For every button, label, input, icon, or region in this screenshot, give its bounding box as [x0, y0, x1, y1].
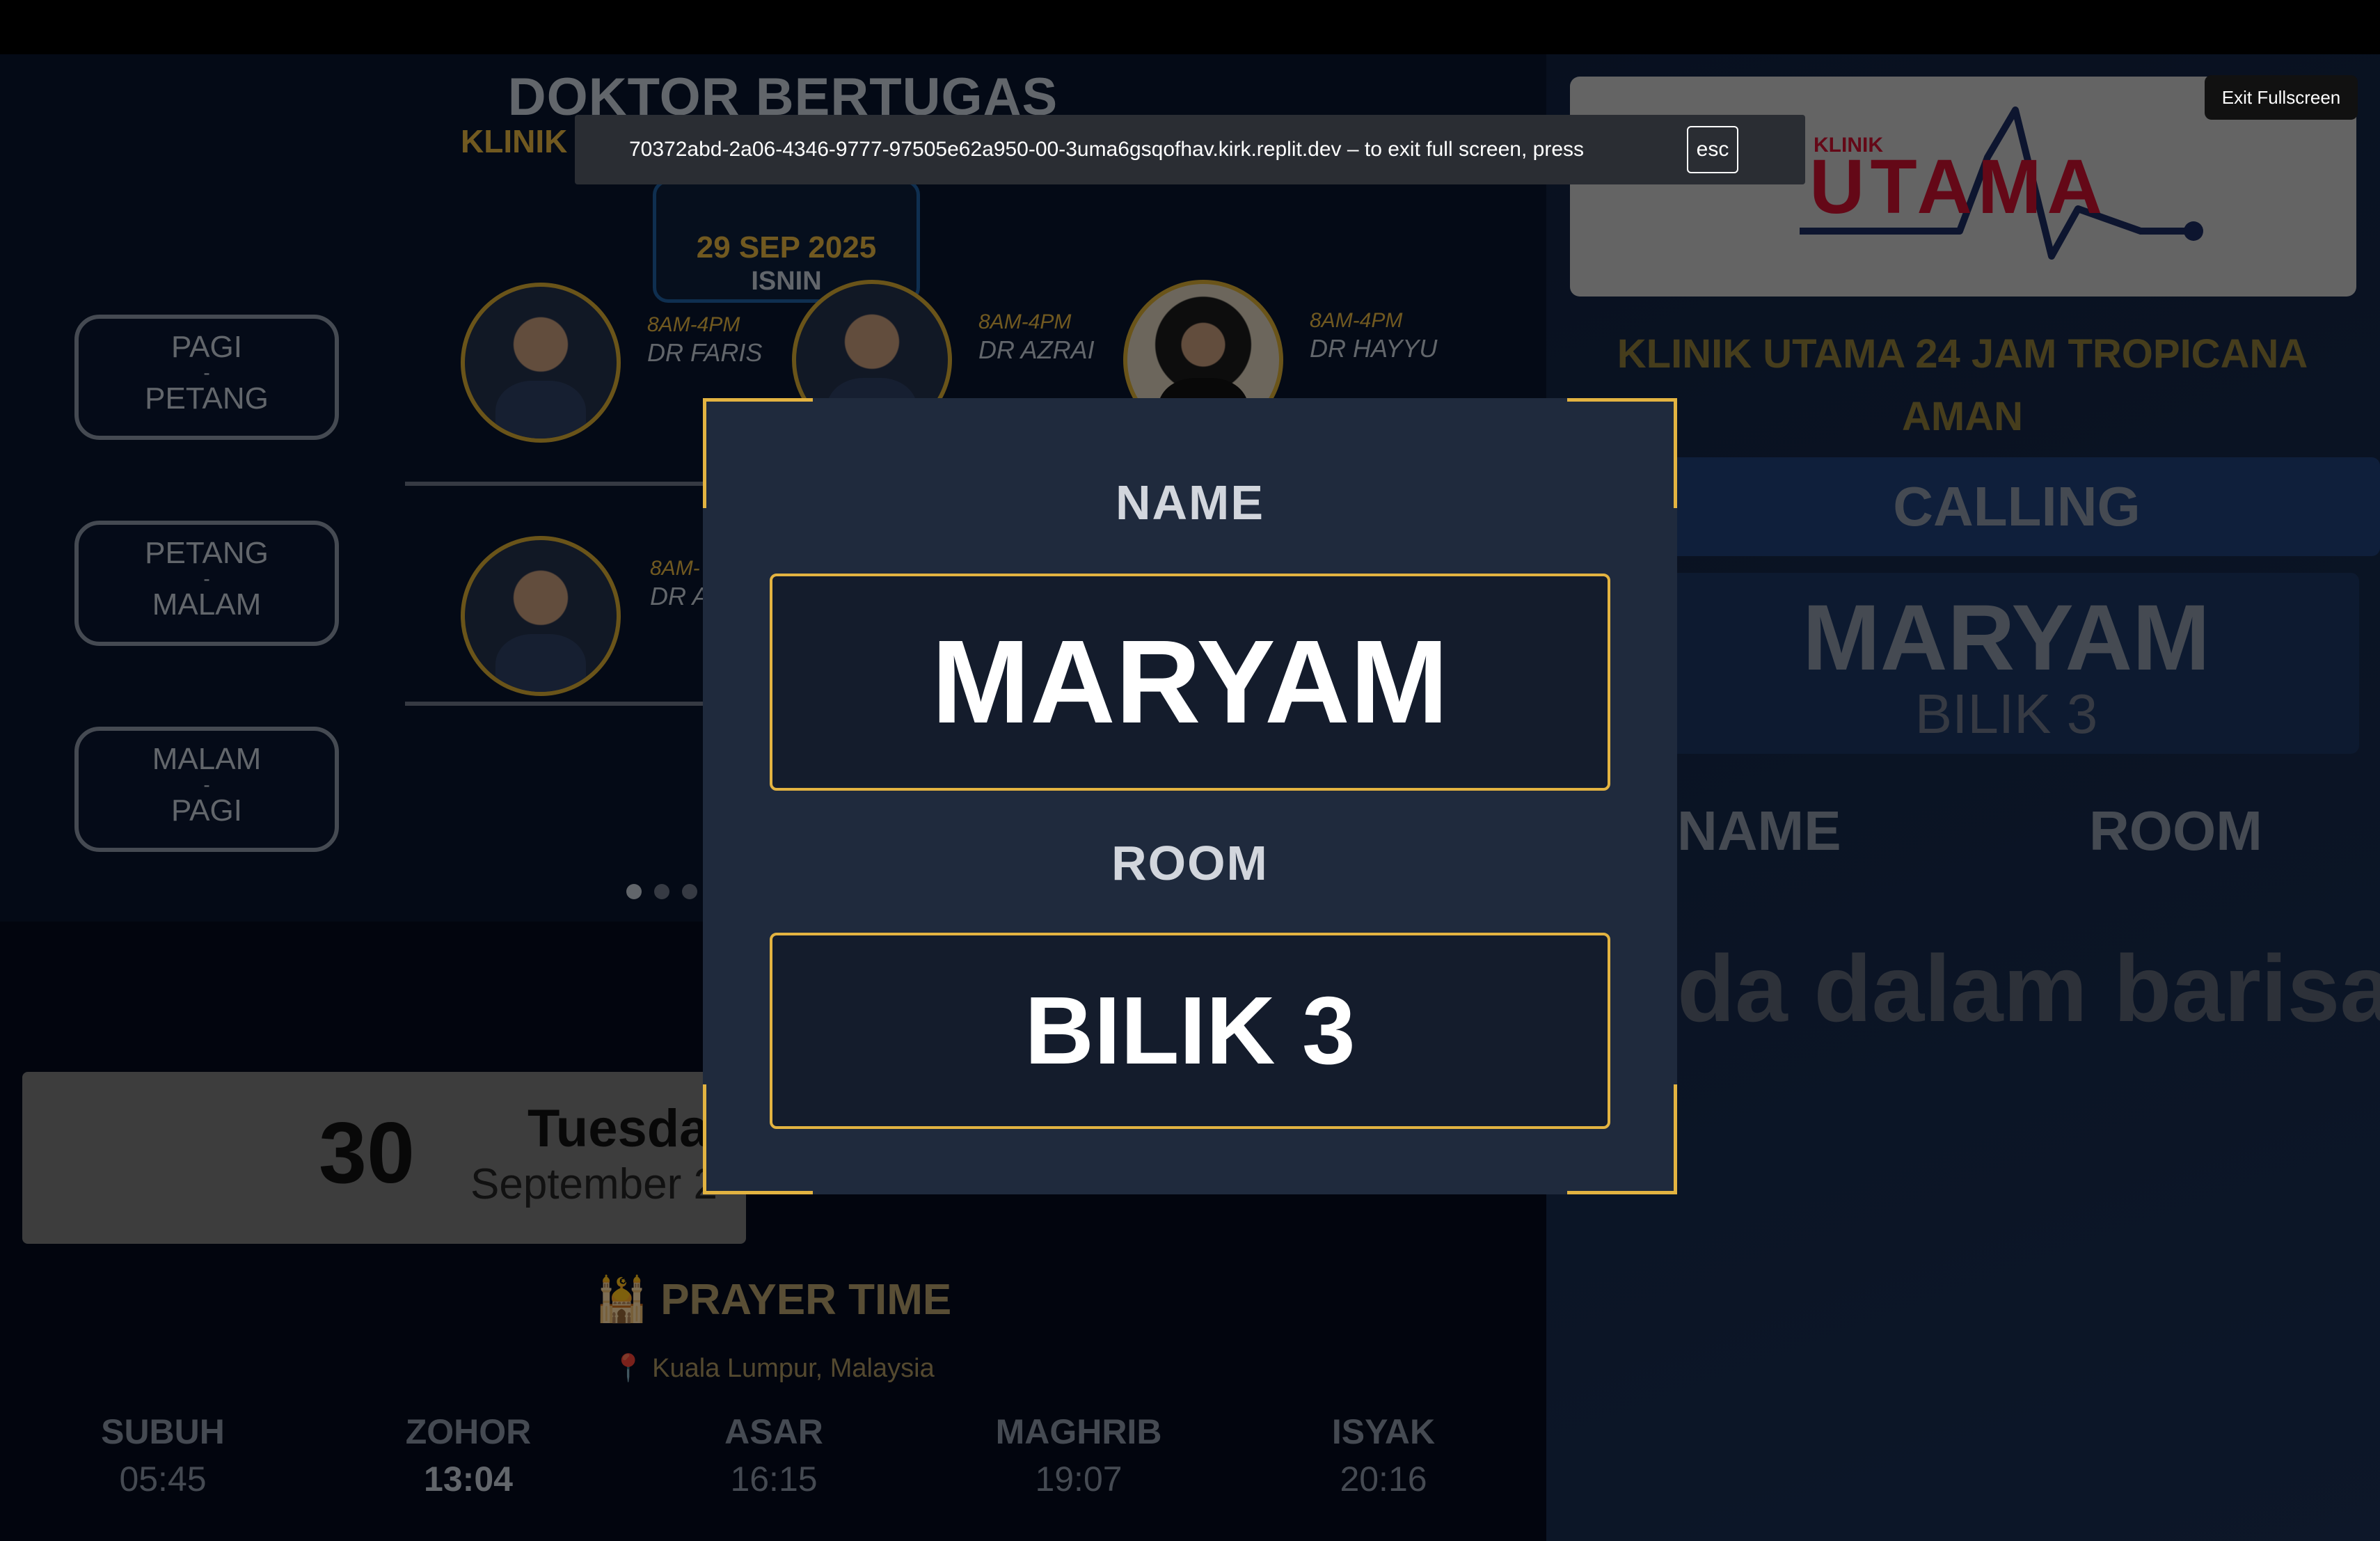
- modal-name-value: MARYAM: [770, 574, 1610, 791]
- modal-room-label: ROOM: [1111, 836, 1269, 890]
- fullscreen-notice: 70372abd-2a06-4346-9777-97505e62a950-00-…: [575, 115, 1805, 184]
- exit-fullscreen-button[interactable]: Exit Fullscreen: [2205, 75, 2358, 120]
- page: DOKTOR BERTUGAS KLINIK 29 SEP 2025 ISNIN…: [0, 0, 2380, 1541]
- modal-name-label: NAME: [1115, 475, 1265, 530]
- calling-modal: NAME MARYAM ROOM BILIK 3: [703, 398, 1677, 1194]
- esc-key-hint: esc: [1687, 126, 1738, 173]
- fullscreen-message: 70372abd-2a06-4346-9777-97505e62a950-00-…: [629, 138, 1585, 161]
- modal-room-value: BILIK 3: [770, 933, 1610, 1129]
- browser-top-bar: [0, 0, 2380, 54]
